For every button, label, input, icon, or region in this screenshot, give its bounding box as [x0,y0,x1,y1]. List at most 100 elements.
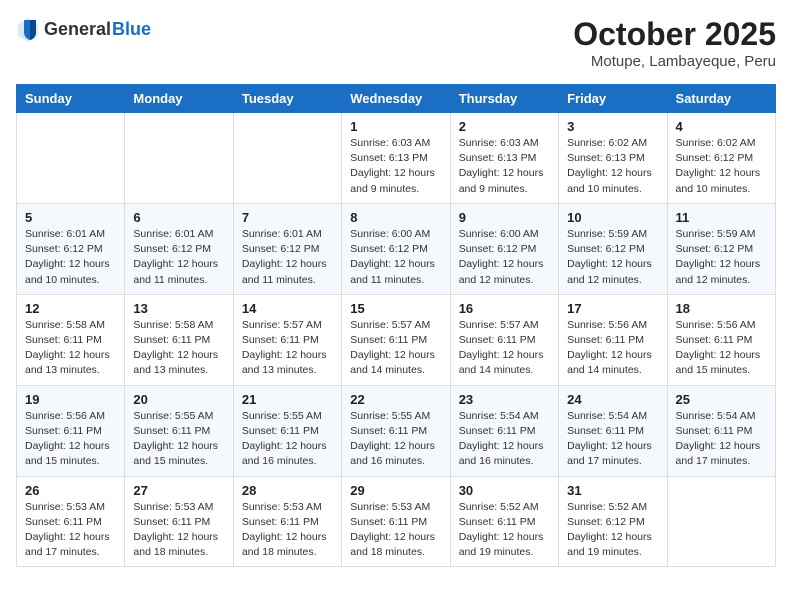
calendar-table: SundayMondayTuesdayWednesdayThursdayFrid… [16,84,776,567]
day-number: 25 [676,392,767,407]
day-number: 19 [25,392,116,407]
day-info: Sunrise: 5:54 AM Sunset: 6:11 PM Dayligh… [459,409,550,470]
calendar-cell [17,113,125,204]
calendar-cell: 5 Sunrise: 6:01 AM Sunset: 6:12 PM Daylig… [17,203,125,294]
col-header-sunday: Sunday [17,85,125,113]
col-header-monday: Monday [125,85,233,113]
calendar-cell: 12 Sunrise: 5:58 AM Sunset: 6:11 PM Dayli… [17,294,125,385]
calendar-cell: 15 Sunrise: 5:57 AM Sunset: 6:11 PM Dayli… [342,294,450,385]
day-info: Sunrise: 5:52 AM Sunset: 6:11 PM Dayligh… [459,500,550,561]
month-title: October 2025 [573,16,776,53]
calendar-cell: 13Sunrise: 5:58 AM Sunset: 6:11 PM Dayli… [125,294,233,385]
day-number: 20 [133,392,224,407]
logo-text: General Blue [44,20,151,40]
calendar-week-row: 26 Sunrise: 5:53 AM Sunset: 6:11 PM Dayli… [17,476,776,567]
col-header-friday: Friday [559,85,667,113]
calendar-cell: 19 Sunrise: 5:56 AM Sunset: 6:11 PM Dayli… [17,385,125,476]
calendar-cell: 29 Sunrise: 5:53 AM Sunset: 6:11 PM Dayli… [342,476,450,567]
calendar-cell: 8 Sunrise: 6:00 AM Sunset: 6:12 PM Daylig… [342,203,450,294]
calendar-cell: 3Sunrise: 6:02 AM Sunset: 6:13 PM Daylig… [559,113,667,204]
calendar-cell: 18 Sunrise: 5:56 AM Sunset: 6:11 PM Dayli… [667,294,775,385]
calendar-cell: 24 Sunrise: 5:54 AM Sunset: 6:11 PM Dayli… [559,385,667,476]
day-number: 24 [567,392,658,407]
calendar-cell: 1Sunrise: 6:03 AM Sunset: 6:13 PM Daylig… [342,113,450,204]
day-info: Sunrise: 5:57 AM Sunset: 6:11 PM Dayligh… [459,318,550,379]
day-info: Sunrise: 5:52 AM Sunset: 6:12 PM Dayligh… [567,500,658,561]
day-info: Sunrise: 6:01 AM Sunset: 6:12 PM Dayligh… [25,227,116,288]
day-info: Sunrise: 5:56 AM Sunset: 6:11 PM Dayligh… [25,409,116,470]
calendar-cell: 26Sunrise: 5:53 AM Sunset: 6:11 PM Dayli… [17,476,125,567]
calendar-cell: 31Sunrise: 5:52 AM Sunset: 6:12 PM Dayli… [559,476,667,567]
calendar-cell: 22 Sunrise: 5:55 AM Sunset: 6:11 PM Dayli… [342,385,450,476]
day-info: Sunrise: 6:01 AM Sunset: 6:12 PM Dayligh… [133,227,224,288]
calendar-cell: 6 Sunrise: 6:01 AM Sunset: 6:12 PM Daylig… [125,203,233,294]
day-info: Sunrise: 6:00 AM Sunset: 6:12 PM Dayligh… [459,227,550,288]
day-info: Sunrise: 5:53 AM Sunset: 6:11 PM Dayligh… [350,500,441,561]
day-number: 10 [567,210,658,225]
day-info: Sunrise: 6:02 AM Sunset: 6:13 PM Dayligh… [567,136,658,197]
calendar-cell: 27 Sunrise: 5:53 AM Sunset: 6:11 PM Dayli… [125,476,233,567]
day-number: 15 [350,301,441,316]
day-number: 11 [676,210,767,225]
day-info: Sunrise: 5:58 AM Sunset: 6:11 PM Dayligh… [25,318,116,379]
col-header-saturday: Saturday [667,85,775,113]
calendar-cell: 21 Sunrise: 5:55 AM Sunset: 6:11 PM Dayli… [233,385,341,476]
day-number: 21 [242,392,333,407]
day-number: 22 [350,392,441,407]
calendar-cell: 17 Sunrise: 5:56 AM Sunset: 6:11 PM Dayli… [559,294,667,385]
day-info: Sunrise: 5:54 AM Sunset: 6:11 PM Dayligh… [567,409,658,470]
day-number: 5 [25,210,116,225]
day-number: 27 [133,483,224,498]
logo-icon [16,16,40,44]
calendar-week-row: 5 Sunrise: 6:01 AM Sunset: 6:12 PM Daylig… [17,203,776,294]
day-info: Sunrise: 5:56 AM Sunset: 6:11 PM Dayligh… [676,318,767,379]
calendar-cell [667,476,775,567]
day-info: Sunrise: 5:57 AM Sunset: 6:11 PM Dayligh… [350,318,441,379]
day-info: Sunrise: 5:55 AM Sunset: 6:11 PM Dayligh… [242,409,333,470]
logo-blue: Blue [112,20,151,40]
day-number: 26 [25,483,116,498]
day-number: 17 [567,301,658,316]
day-info: Sunrise: 5:53 AM Sunset: 6:11 PM Dayligh… [242,500,333,561]
calendar-cell: 11Sunrise: 5:59 AM Sunset: 6:12 PM Dayli… [667,203,775,294]
day-info: Sunrise: 5:59 AM Sunset: 6:12 PM Dayligh… [567,227,658,288]
calendar-cell: 20Sunrise: 5:55 AM Sunset: 6:11 PM Dayli… [125,385,233,476]
calendar-cell: 23Sunrise: 5:54 AM Sunset: 6:11 PM Dayli… [450,385,558,476]
day-number: 2 [459,119,550,134]
page-header: General Blue October 2025 Motupe, Lambay… [16,16,776,70]
day-number: 1 [350,119,441,134]
calendar-cell: 16Sunrise: 5:57 AM Sunset: 6:11 PM Dayli… [450,294,558,385]
calendar-cell [125,113,233,204]
day-number: 8 [350,210,441,225]
calendar-cell [233,113,341,204]
day-number: 13 [133,301,224,316]
calendar-week-row: 1 Sunrise: 6:03 AM Sunset: 6:13 PM Daylig… [17,113,776,204]
day-number: 14 [242,301,333,316]
day-number: 4 [676,119,767,134]
day-number: 30 [459,483,550,498]
day-number: 12 [25,301,116,316]
calendar-cell: 28Sunrise: 5:53 AM Sunset: 6:11 PM Dayli… [233,476,341,567]
calendar-cell: 10 Sunrise: 5:59 AM Sunset: 6:12 PM Dayli… [559,203,667,294]
day-number: 18 [676,301,767,316]
col-header-tuesday: Tuesday [233,85,341,113]
calendar-cell: 2 Sunrise: 6:03 AM Sunset: 6:13 PM Daylig… [450,113,558,204]
day-info: Sunrise: 5:53 AM Sunset: 6:11 PM Dayligh… [133,500,224,561]
day-info: Sunrise: 5:56 AM Sunset: 6:11 PM Dayligh… [567,318,658,379]
calendar-cell: 4 Sunrise: 6:02 AM Sunset: 6:12 PM Daylig… [667,113,775,204]
day-info: Sunrise: 6:03 AM Sunset: 6:13 PM Dayligh… [459,136,550,197]
location-subtitle: Motupe, Lambayeque, Peru [573,53,776,70]
day-info: Sunrise: 5:55 AM Sunset: 6:11 PM Dayligh… [350,409,441,470]
day-number: 6 [133,210,224,225]
day-info: Sunrise: 6:00 AM Sunset: 6:12 PM Dayligh… [350,227,441,288]
calendar-header-row: SundayMondayTuesdayWednesdayThursdayFrid… [17,85,776,113]
calendar-cell: 14Sunrise: 5:57 AM Sunset: 6:11 PM Dayli… [233,294,341,385]
calendar-cell: 9Sunrise: 6:00 AM Sunset: 6:12 PM Daylig… [450,203,558,294]
calendar-week-row: 12 Sunrise: 5:58 AM Sunset: 6:11 PM Dayli… [17,294,776,385]
day-number: 7 [242,210,333,225]
day-number: 29 [350,483,441,498]
day-info: Sunrise: 6:01 AM Sunset: 6:12 PM Dayligh… [242,227,333,288]
logo: General Blue [16,16,151,44]
day-info: Sunrise: 6:02 AM Sunset: 6:12 PM Dayligh… [676,136,767,197]
col-header-thursday: Thursday [450,85,558,113]
